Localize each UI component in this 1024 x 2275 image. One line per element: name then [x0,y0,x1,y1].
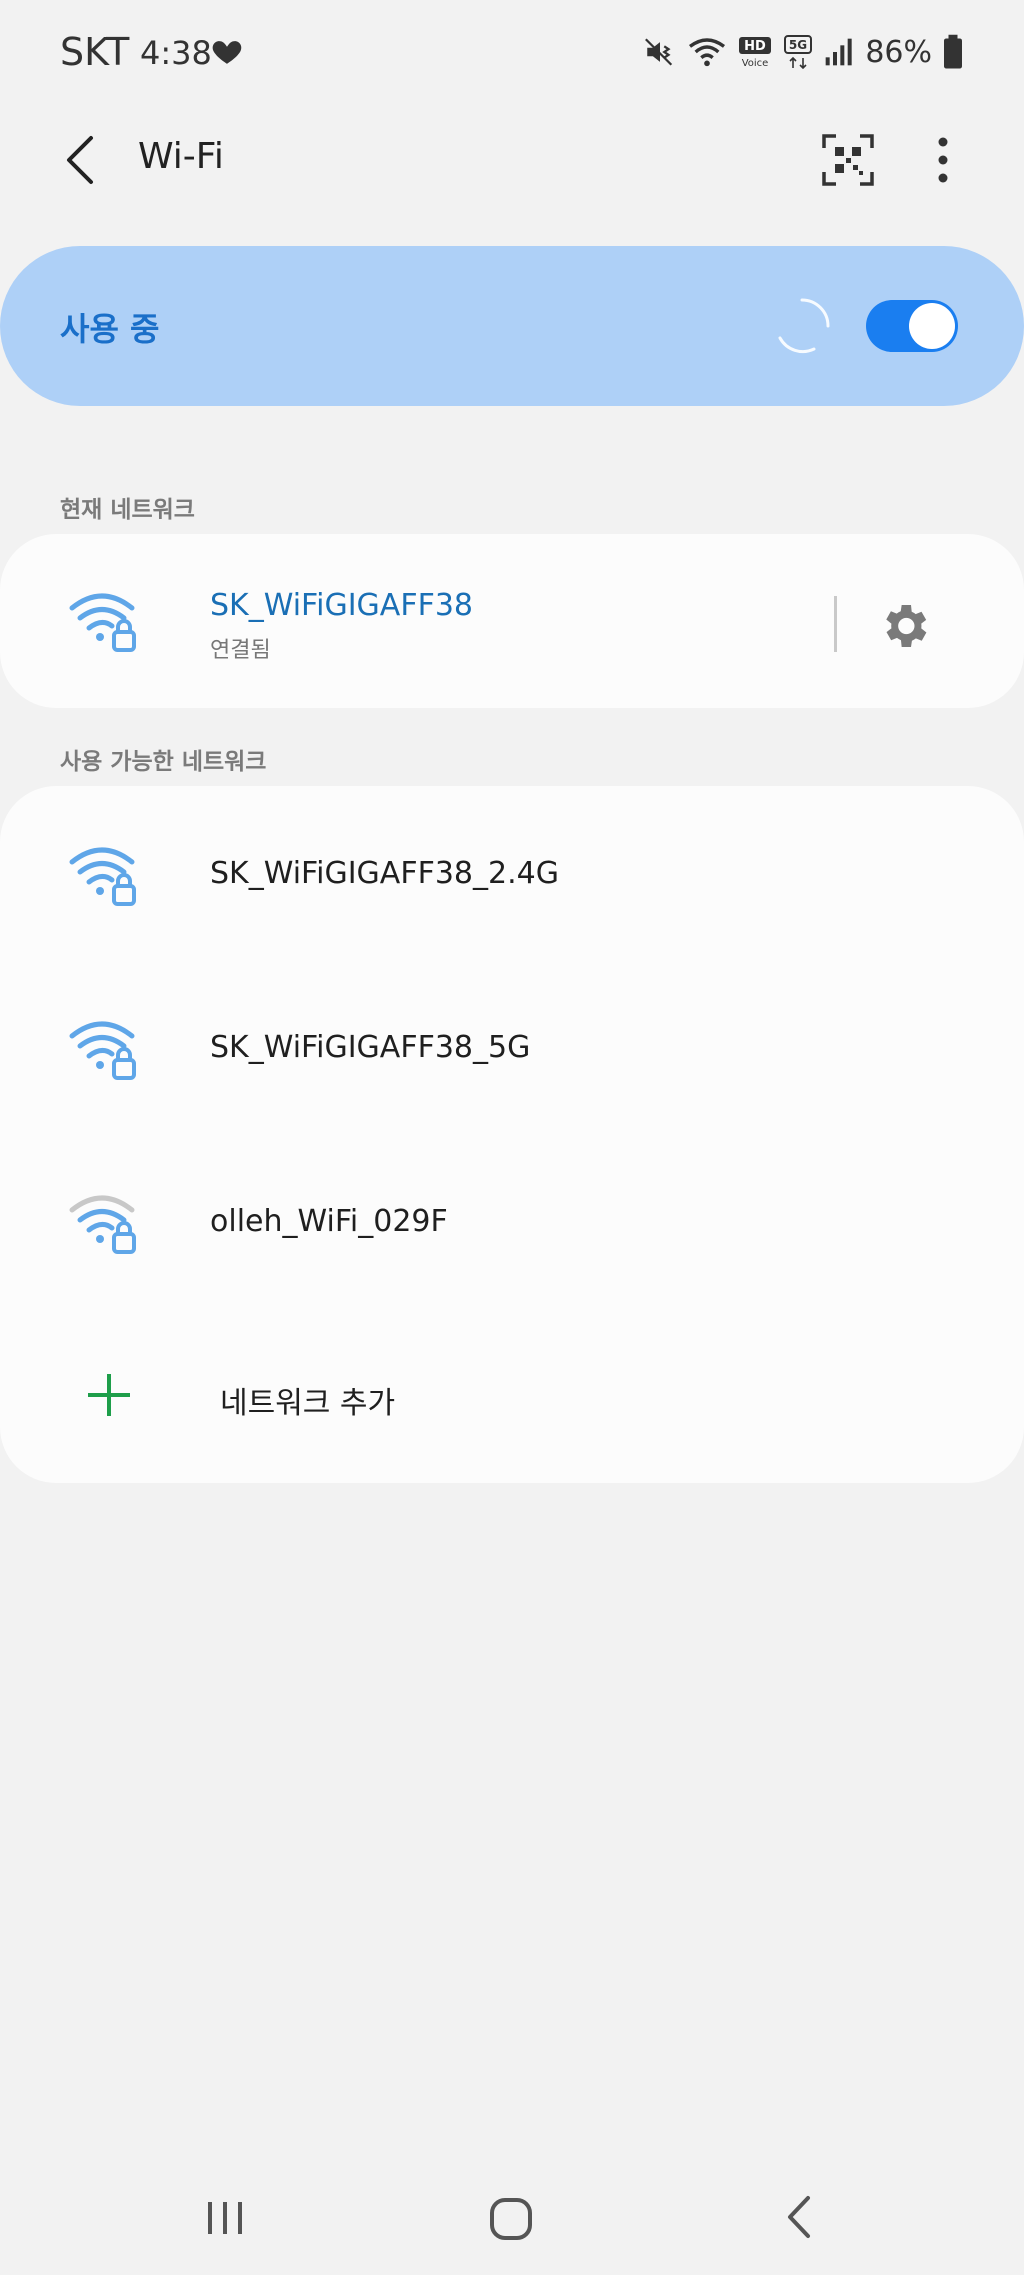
battery-percent: 86% [865,34,932,70]
current-network-status: 연결됨 [210,638,271,663]
current-network-name: SK_WiFiGIGAFF38 [210,588,474,623]
page-title: Wi-Fi [138,136,224,177]
back-icon[interactable] [55,130,105,190]
cell-signal-icon [825,38,852,66]
5g-icon: 5G [784,35,813,70]
status-bar: SKT 4:38 HD Voice 5G 86% [0,0,1024,100]
recents-icon[interactable] [200,2198,250,2238]
carrier-label: SKT [60,30,130,74]
add-network-row[interactable]: 네트워크 추가 [0,1308,1024,1482]
app-bar: Wi-Fi [0,110,1024,210]
add-network-label: 네트워크 추가 [220,1386,396,1421]
available-networks-card: SK_WiFiGIGAFF38_2.4G SK_WiFiGIGAFF38_5G … [0,786,1024,1483]
toggle-knob [909,303,955,349]
mute-icon [645,38,673,66]
wifi-locked-icon [69,1021,136,1080]
svg-text:5G: 5G [789,38,807,52]
available-networks-header: 사용 가능한 네트워크 [60,749,267,775]
loading-spinner-icon [778,298,830,354]
clock: 4:38 [140,34,212,72]
svg-text:HD: HD [744,39,766,54]
current-network-row[interactable]: SK_WiFiGIGAFF38 연결됨 [0,534,1024,708]
back-nav-icon[interactable] [780,2192,816,2242]
network-name: SK_WiFiGIGAFF38_5G [210,1030,531,1065]
wifi-locked-icon [69,847,136,906]
qr-code-icon[interactable] [822,134,874,186]
status-icons: HD Voice 5G 86% [643,30,964,74]
hd-voice-icon: HD Voice [739,37,772,69]
master-switch-label: 사용 중 [60,310,160,348]
system-nav-bar [0,2150,1024,2275]
home-icon[interactable] [486,2194,536,2244]
wifi-master-switch-card[interactable]: 사용 중 [0,246,1024,406]
network-name: olleh_WiFi_029F [210,1204,448,1239]
wifi-signal-icon [689,38,726,67]
network-list-item[interactable]: SK_WiFiGIGAFF38_5G [0,960,1024,1134]
heart-icon [212,41,242,64]
plus-icon [88,1374,130,1416]
network-name: SK_WiFiGIGAFF38_2.4G [210,856,559,891]
gear-icon[interactable] [876,598,932,654]
battery-icon [944,34,962,69]
more-options-icon[interactable] [920,130,966,190]
network-list-item[interactable]: SK_WiFiGIGAFF38_2.4G [0,786,1024,960]
network-list-item[interactable]: olleh_WiFi_029F [0,1134,1024,1308]
wifi-toggle-switch[interactable] [866,300,958,352]
wifi-weak-locked-icon [69,1195,136,1254]
wifi-locked-icon [69,593,136,652]
svg-text:Voice: Voice [742,58,769,69]
current-network-card: SK_WiFiGIGAFF38 연결됨 [0,534,1024,708]
vertical-divider [834,596,837,652]
current-network-header: 현재 네트워크 [60,497,195,523]
